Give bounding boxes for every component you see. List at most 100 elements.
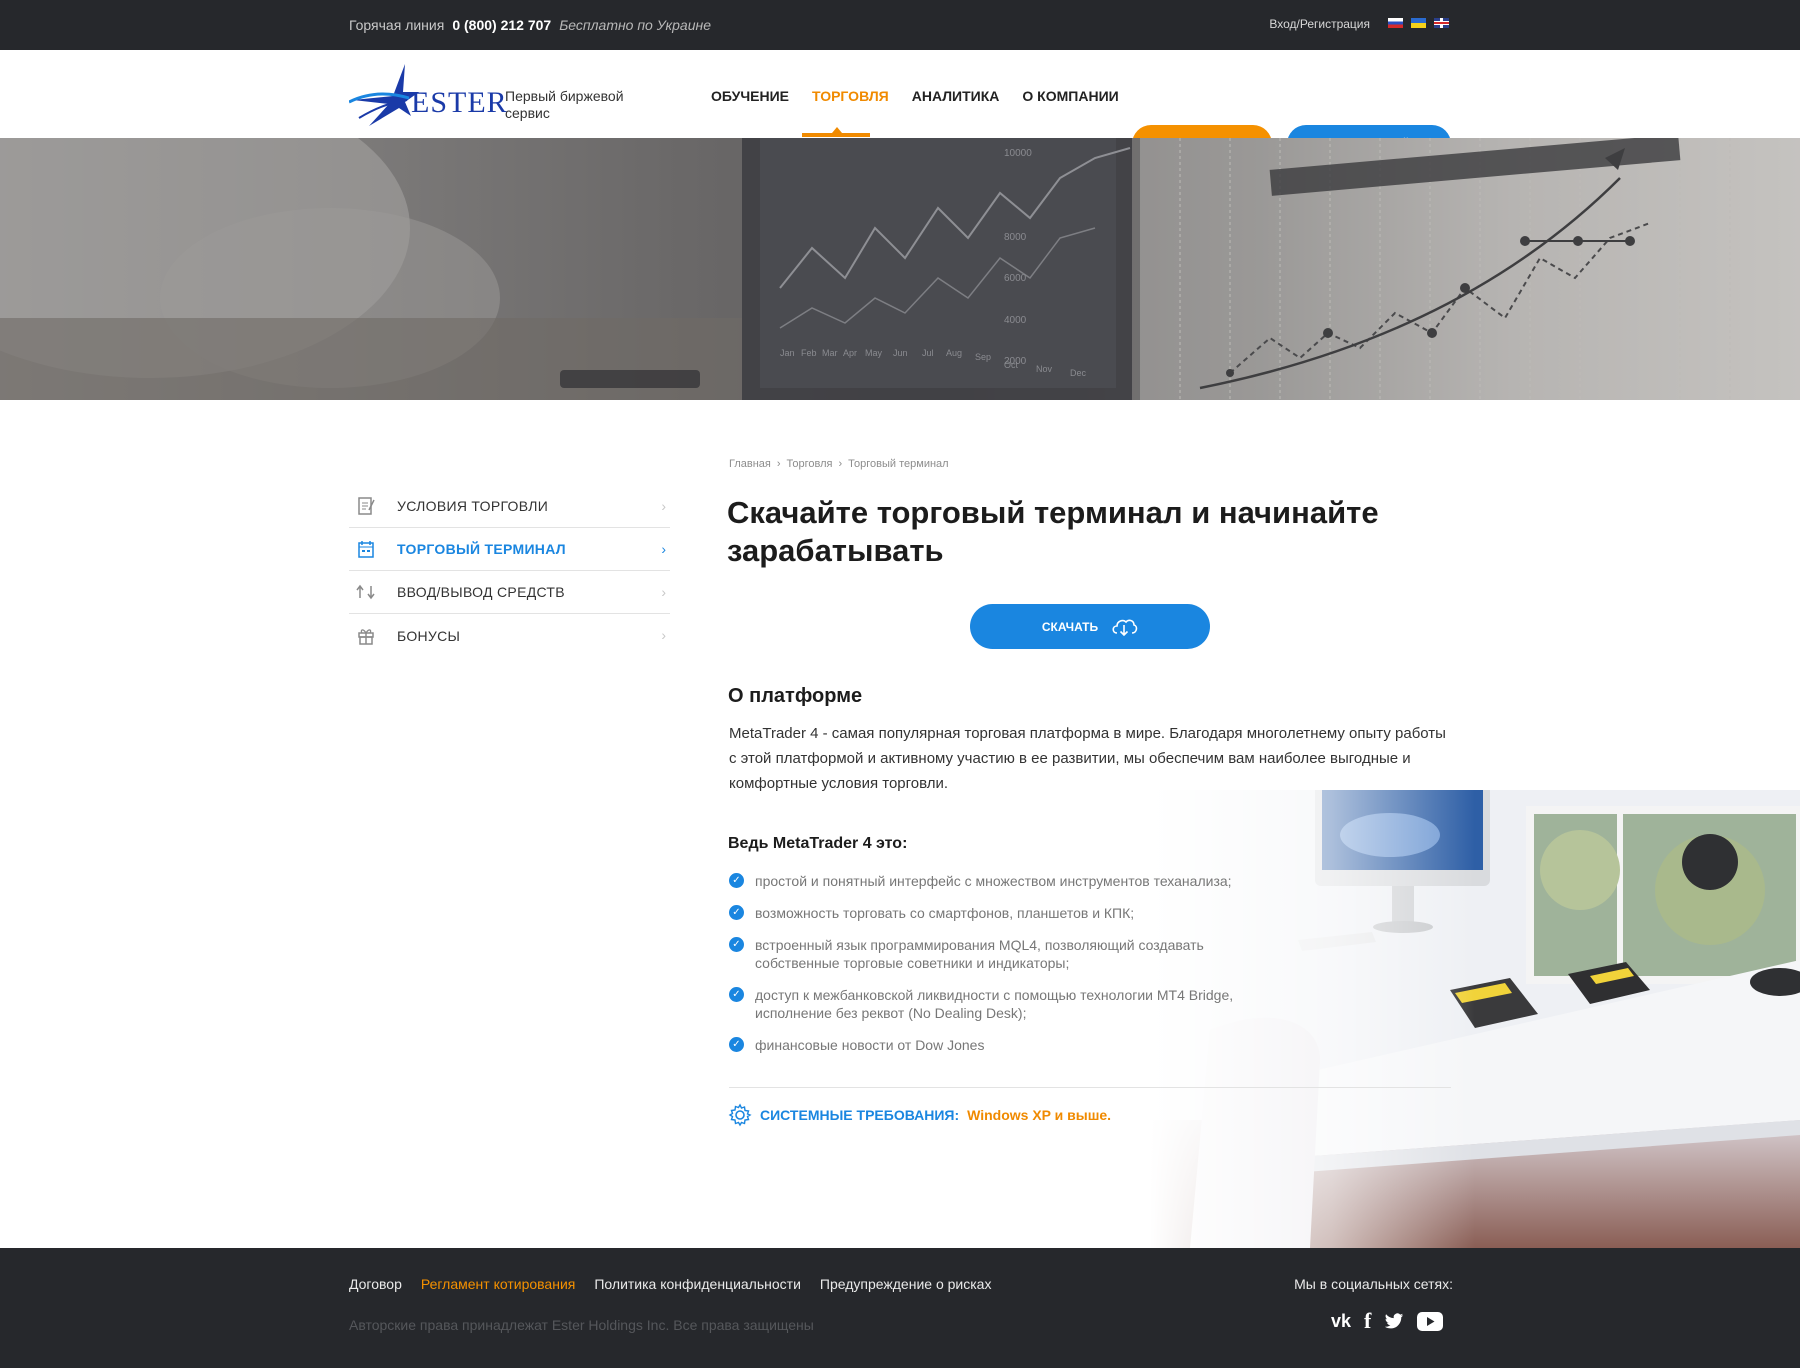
hero-month-label: Oct <box>1004 360 1019 370</box>
social-links: vk f <box>1331 1308 1444 1333</box>
hero-month-label: Jun <box>893 348 908 358</box>
nav-active-underline <box>802 133 870 137</box>
check-icon: ✓ <box>729 987 744 1002</box>
chevron-right-icon: › <box>661 541 666 557</box>
hero-month-label: Jan <box>780 348 795 358</box>
features-heading: Ведь MetaTrader 4 это: <box>728 835 908 852</box>
sysreq-label: СИСТЕМНЫЕ ТРЕБОВАНИЯ: <box>760 1107 960 1123</box>
transfer-icon <box>355 581 377 603</box>
sidebar-menu: УСЛОВИЯ ТОРГОВЛИ › ТОРГОВЫЙ ТЕРМИНАЛ › В… <box>349 485 670 657</box>
vk-icon[interactable]: vk <box>1331 1309 1351 1333</box>
facebook-icon[interactable]: f <box>1364 1308 1371 1333</box>
sidebar-item-trading-terminal[interactable]: ТОРГОВЫЙ ТЕРМИНАЛ › <box>349 528 670 571</box>
main-nav: ОБУЧЕНИЕ ТОРГОВЛЯ АНАЛИТИКА О КОМПАНИИ <box>711 88 1119 104</box>
sidebar-item-label: ТОРГОВЫЙ ТЕРМИНАЛ <box>397 541 566 557</box>
flag-ru-icon[interactable] <box>1388 18 1403 28</box>
breadcrumb-trading[interactable]: Торговля <box>787 458 833 470</box>
language-switcher <box>1388 18 1449 28</box>
system-requirements: СИСТЕМНЫЕ ТРЕБОВАНИЯ: Windows XP и выше. <box>728 1103 1111 1127</box>
sidebar-item-label: УСЛОВИЯ ТОРГОВЛИ <box>397 498 549 514</box>
list-item: ✓ встроенный язык программирования MQL4, … <box>729 936 1249 972</box>
hero-month-label: Jul <box>922 348 934 358</box>
sidebar-item-deposit-withdrawal[interactable]: ВВОД/ВЫВОД СРЕДСТВ › <box>349 571 670 614</box>
breadcrumb-separator: › <box>776 458 781 470</box>
hero-banner: 10000 8000 6000 4000 2000 Jan Feb Mar Ap… <box>0 138 1800 400</box>
footer-links: Договор Регламент котирования Политика к… <box>349 1276 991 1292</box>
chevron-right-icon: › <box>661 584 666 600</box>
features-list: ✓ простой и понятный интерфейс с множеств… <box>729 872 1289 1068</box>
sysreq-value: Windows XP и выше. <box>967 1107 1112 1123</box>
header: ESTER Первый биржевой сервис ОБУЧЕНИЕ ТО… <box>0 50 1800 163</box>
terminal-icon <box>355 538 377 560</box>
login-register-link[interactable]: Вход/Регистрация <box>1269 17 1370 31</box>
flag-ua-icon[interactable] <box>1411 18 1426 28</box>
youtube-icon[interactable] <box>1417 1309 1444 1333</box>
nav-company[interactable]: О КОМПАНИИ <box>1022 88 1118 104</box>
flag-en-icon[interactable] <box>1434 18 1449 28</box>
breadcrumb-home[interactable]: Главная <box>729 458 771 470</box>
page-title: Скачайте торговый терминал и начинайте з… <box>727 495 1379 568</box>
breadcrumb-separator: › <box>838 458 843 470</box>
copyright: Авторские права принадлежат Ester Holdin… <box>349 1317 814 1333</box>
hero-month-label: Aug <box>946 348 962 358</box>
hero-axis-label: 8000 <box>1004 232 1027 243</box>
feature-text: встроенный язык программирования MQL4, п… <box>755 937 1204 971</box>
hero-month-label: May <box>865 348 883 358</box>
hero-axis-label: 6000 <box>1004 273 1027 284</box>
chevron-right-icon: › <box>661 498 666 514</box>
check-icon: ✓ <box>729 1037 744 1052</box>
list-item: ✓ финансовые новости от Dow Jones <box>729 1036 1289 1054</box>
footer-link-contract[interactable]: Договор <box>349 1276 402 1292</box>
hotline-phone[interactable]: 0 (800) 212 707 <box>452 17 551 33</box>
chevron-right-icon: › <box>661 627 666 643</box>
sidebar-item-bonuses[interactable]: БОНУСЫ › <box>349 614 670 657</box>
hotline-label: Горячая линия <box>349 17 445 33</box>
about-platform-heading: О платформе <box>728 685 863 707</box>
download-button[interactable]: СКАЧАТЬ <box>970 604 1210 649</box>
document-icon <box>355 495 377 517</box>
hero-month-label: Nov <box>1036 364 1053 374</box>
hero-month-label: Dec <box>1070 368 1087 378</box>
check-icon: ✓ <box>729 873 744 888</box>
gift-icon <box>355 625 377 647</box>
sidebar-item-label: ВВОД/ВЫВОД СРЕДСТВ <box>397 584 565 600</box>
nav-education[interactable]: ОБУЧЕНИЕ <box>711 88 789 104</box>
breadcrumb: Главная › Торговля › Торговый терминал <box>729 458 949 470</box>
footer-link-risk-warning[interactable]: Предупреждение о рисках <box>820 1276 992 1292</box>
hero-month-label: Mar <box>822 348 838 358</box>
breadcrumb-current: Торговый терминал <box>848 458 949 470</box>
tagline: Первый биржевой сервис <box>505 88 624 121</box>
sidebar-item-label: БОНУСЫ <box>397 627 461 644</box>
list-item: ✓ доступ к межбанковской ликвидности с по… <box>729 986 1289 1022</box>
hero-illustration: 10000 8000 6000 4000 2000 Jan Feb Mar Ap… <box>0 138 1800 400</box>
check-icon: ✓ <box>729 937 744 952</box>
list-item: ✓ возможность торговать со смартфонов, пл… <box>729 904 1289 922</box>
hotline: Горячая линия 0 (800) 212 707 Бесплатно … <box>349 17 711 33</box>
feature-text: простой и понятный интерфейс с множество… <box>755 873 1232 889</box>
sidebar-item-trading-conditions[interactable]: УСЛОВИЯ ТОРГОВЛИ › <box>349 485 670 528</box>
top-bar: Горячая линия 0 (800) 212 707 Бесплатно … <box>0 0 1800 50</box>
download-button-label: СКАЧАТЬ <box>1041 619 1099 634</box>
list-item: ✓ простой и понятный интерфейс с множеств… <box>729 872 1289 890</box>
logo-text[interactable]: ESTER <box>411 86 508 120</box>
feature-text: финансовые новости от Dow Jones <box>755 1037 985 1053</box>
about-platform-text: MetaTrader 4 - самая популярная торговая… <box>729 725 1446 792</box>
feature-text: доступ к межбанковской ликвидности с пом… <box>755 987 1234 1021</box>
gear-icon <box>728 1103 752 1127</box>
divider <box>729 1087 1451 1088</box>
hero-axis-label: 10000 <box>1004 148 1032 159</box>
check-icon: ✓ <box>729 905 744 920</box>
hero-axis-label: 4000 <box>1004 315 1027 326</box>
nav-trading[interactable]: ТОРГОВЛЯ <box>812 88 889 104</box>
hotline-free-note: Бесплатно по Украине <box>559 17 711 33</box>
feature-text: возможность торговать со смартфонов, пла… <box>755 905 1135 921</box>
footer: Договор Регламент котирования Политика к… <box>0 1248 1800 1368</box>
hero-month-label: Feb <box>801 348 817 358</box>
cloud-download-icon <box>1112 619 1138 636</box>
hero-month-label: Apr <box>843 348 857 358</box>
footer-link-quoting-rules[interactable]: Регламент котирования <box>421 1276 575 1292</box>
twitter-icon[interactable] <box>1384 1309 1404 1333</box>
hero-month-label: Sep <box>975 352 991 362</box>
footer-link-privacy[interactable]: Политика конфиденциальности <box>594 1276 801 1292</box>
nav-analytics[interactable]: АНАЛИТИКА <box>912 88 1000 104</box>
